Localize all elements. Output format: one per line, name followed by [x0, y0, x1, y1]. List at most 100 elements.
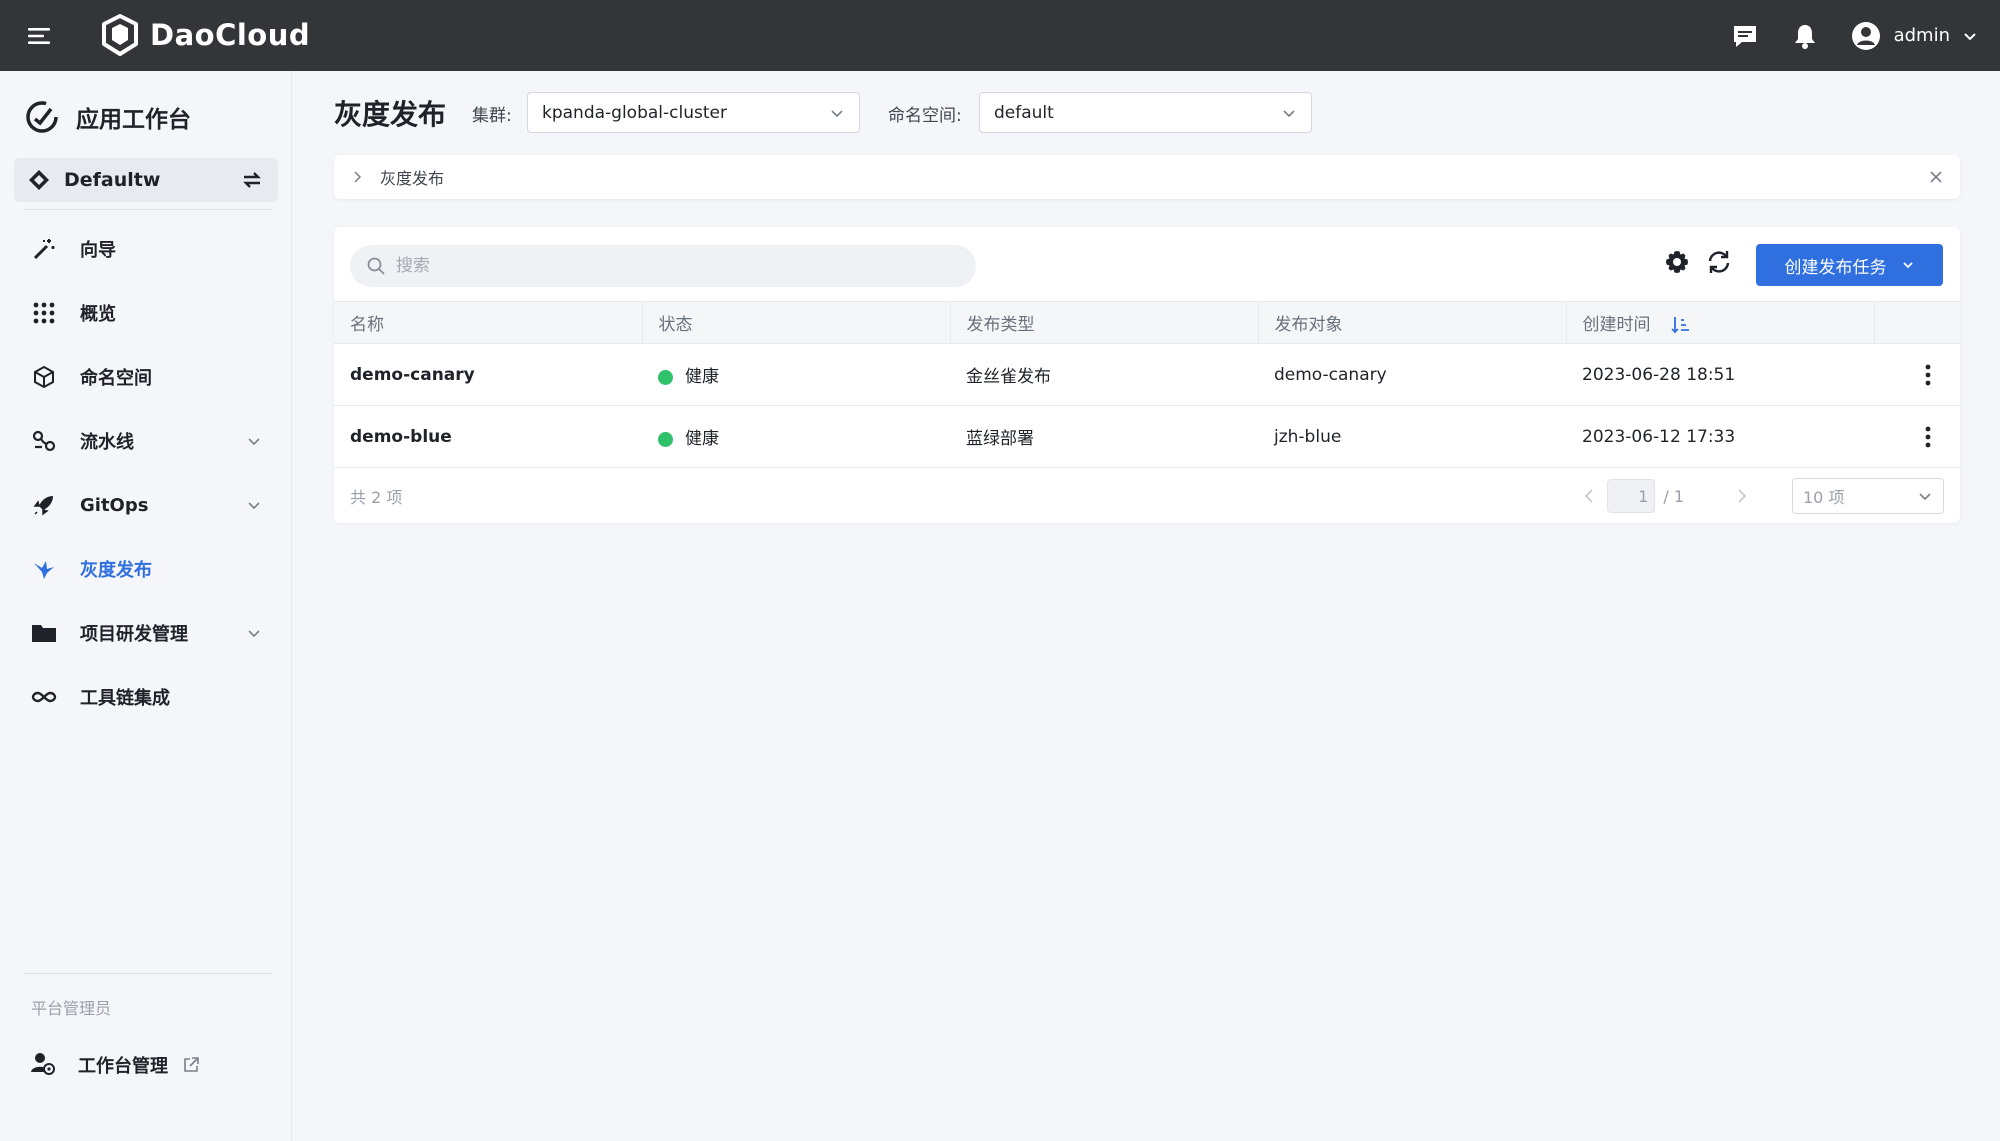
- total-count: 共 2 项: [350, 488, 403, 507]
- breadcrumb-item[interactable]: 灰度发布: [380, 165, 1928, 189]
- cell-status: 健康: [642, 343, 950, 406]
- sidebar-item-canary[interactable]: 灰度发布: [14, 537, 278, 601]
- sidebar-item-guide[interactable]: 向导: [14, 217, 278, 281]
- user-menu[interactable]: admin: [1850, 20, 1978, 52]
- table-header-row: 名称 状态 发布类型 发布对象 创建时间: [334, 301, 1960, 344]
- menu-icon[interactable]: [26, 22, 54, 50]
- status-text: 健康: [685, 429, 719, 449]
- sidebar-item-label: GitOps: [80, 494, 149, 516]
- cell-created: 2023-06-12 17:33: [1566, 405, 1874, 468]
- folder-icon: [32, 625, 56, 642]
- create-release-button[interactable]: 创建发布任务: [1756, 244, 1943, 286]
- divider: [24, 973, 272, 974]
- rocket-icon: [33, 496, 53, 516]
- chevron-right-icon[interactable]: [350, 170, 364, 184]
- switch-icon[interactable]: [240, 168, 264, 192]
- page-size-select[interactable]: 10 项: [1792, 478, 1944, 514]
- column-header-status[interactable]: 状态: [642, 301, 951, 344]
- breadcrumb: 灰度发布: [334, 155, 1960, 199]
- sidebar-item-label: 工具链集成: [80, 688, 170, 709]
- more-vertical-icon[interactable]: [1918, 423, 1938, 451]
- username: admin: [1893, 25, 1950, 46]
- pagination: 1 / 1 10 项: [1581, 478, 1944, 514]
- sidebar-item-label: 灰度发布: [80, 560, 152, 581]
- chevron-down-icon: [248, 502, 260, 510]
- refresh-icon[interactable]: [1706, 249, 1732, 275]
- cell-type: 金丝雀发布: [950, 343, 1258, 406]
- bell-icon[interactable]: [1790, 21, 1820, 51]
- cell-target: jzh-blue: [1258, 405, 1566, 468]
- status-healthy-icon: [658, 369, 673, 385]
- sidebar-item-label: 概览: [80, 304, 116, 325]
- brand-name: DaoCloud: [150, 18, 311, 52]
- sidebar-item-workspace-admin[interactable]: 工作台管理: [14, 1037, 278, 1093]
- cube-icon: [34, 365, 54, 389]
- sidebar-item-project[interactable]: 项目研发管理: [14, 601, 278, 665]
- page-total: / 1: [1663, 486, 1684, 506]
- sidebar-item-pipeline[interactable]: 流水线: [14, 409, 278, 473]
- page-size-value: 10 项: [1803, 488, 1845, 507]
- cell-name[interactable]: demo-canary: [334, 343, 642, 406]
- cluster-value: kpanda-global-cluster: [542, 102, 727, 123]
- column-header-target[interactable]: 发布对象: [1258, 301, 1567, 344]
- page-title: 灰度发布: [334, 98, 447, 131]
- close-icon[interactable]: [1928, 169, 1944, 185]
- sidebar-item-overview[interactable]: 概览: [14, 281, 278, 345]
- column-header-type[interactable]: 发布类型: [950, 301, 1259, 344]
- table-row[interactable]: demo-blue 健康 蓝绿部署 jzh-blue 2023-06-12 17…: [334, 405, 1960, 468]
- brand-logo[interactable]: DaoCloud: [100, 14, 310, 56]
- sidebar: 应用工作台 Defaultw 向导 概览 命名空间 流水线 GitOps 灰度发…: [0, 71, 292, 1141]
- namespace-label: 命名空间:: [888, 106, 962, 126]
- sidebar-item-label: 向导: [80, 240, 116, 261]
- search-icon: [367, 257, 385, 275]
- workspace-name: Defaultw: [64, 169, 161, 191]
- cell-status: 健康: [642, 405, 950, 468]
- sidebar-item-gitops[interactable]: GitOps: [14, 473, 278, 537]
- chevron-down-icon: [248, 630, 260, 638]
- table-footer: 共 2 项 1 / 1 10 项: [334, 469, 1960, 523]
- namespace-value: default: [994, 102, 1054, 123]
- sidebar-item-label: 项目研发管理: [80, 624, 188, 645]
- release-table: 名称 状态 发布类型 发布对象 创建时间 demo-canary 健康 金丝雀发…: [334, 301, 1960, 468]
- workspace-icon: [29, 170, 49, 190]
- table-row[interactable]: demo-canary 健康 金丝雀发布 demo-canary 2023-06…: [334, 343, 1960, 406]
- cell-name[interactable]: demo-blue: [334, 405, 642, 468]
- status-text: 健康: [685, 367, 719, 387]
- column-header-actions: [1874, 301, 1960, 344]
- column-header-label: 创建时间: [1582, 315, 1651, 335]
- daocloud-logo-icon: [102, 14, 138, 56]
- sidebar-item-namespace[interactable]: 命名空间: [14, 345, 278, 409]
- sidebar-item-toolchain[interactable]: 工具链集成: [14, 665, 278, 729]
- chevron-right-icon[interactable]: [1732, 487, 1750, 505]
- column-header-name[interactable]: 名称: [334, 301, 643, 344]
- sidebar-header: 应用工作台: [24, 99, 191, 135]
- cluster-select[interactable]: kpanda-global-cluster: [527, 92, 860, 133]
- search-box[interactable]: [350, 245, 976, 287]
- namespace-select[interactable]: default: [979, 92, 1312, 133]
- page-input[interactable]: 1: [1607, 479, 1656, 513]
- chevron-down-icon: [1919, 493, 1931, 501]
- cell-actions: [1874, 343, 1960, 406]
- grid-icon: [33, 302, 55, 324]
- sidebar-item-label: 命名空间: [80, 368, 152, 389]
- gear-icon[interactable]: [1664, 249, 1690, 275]
- top-bar: DaoCloud admin: [0, 0, 2000, 71]
- cell-actions: [1874, 405, 1960, 468]
- workspace-selector[interactable]: Defaultw: [14, 158, 278, 202]
- pipeline-icon: [32, 430, 56, 452]
- more-vertical-icon[interactable]: [1918, 361, 1938, 389]
- chevron-left-icon[interactable]: [1581, 487, 1599, 505]
- sidebar-item-label: 工作台管理: [78, 1056, 168, 1077]
- cluster-label: 集群:: [472, 106, 512, 126]
- column-header-created[interactable]: 创建时间: [1566, 301, 1875, 344]
- sort-descending-icon[interactable]: [1670, 315, 1690, 335]
- message-icon[interactable]: [1730, 21, 1760, 51]
- divider: [24, 209, 272, 210]
- release-table-card: 创建发布任务 名称 状态 发布类型 发布对象 创建时间: [334, 227, 1960, 523]
- status-healthy-icon: [658, 431, 673, 447]
- sidebar-item-label: 流水线: [80, 432, 134, 453]
- sidebar-nav: 向导 概览 命名空间 流水线 GitOps 灰度发布 项目研发管理 工具链集成: [14, 217, 278, 729]
- search-input[interactable]: [396, 256, 956, 276]
- chevron-down-icon: [1964, 32, 1976, 40]
- cell-target: demo-canary: [1258, 343, 1566, 406]
